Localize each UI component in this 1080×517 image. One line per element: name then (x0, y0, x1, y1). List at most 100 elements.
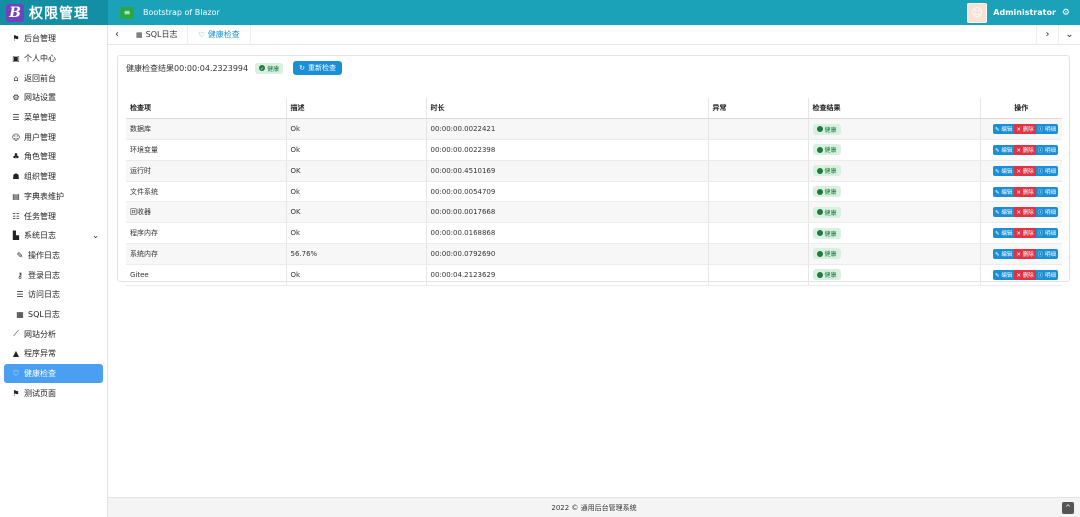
edit-button[interactable]: ✎ 编辑 (993, 165, 1015, 176)
health-summary: 健康检查结果00:00:04.2323994 (126, 63, 249, 73)
detail-button[interactable]: ⓘ 明细 (1035, 186, 1058, 197)
cell-desc: Ok (286, 264, 427, 286)
delete-button[interactable]: ✕ 删除 (1014, 228, 1036, 239)
detail-button[interactable]: ⓘ 明细 (1035, 165, 1058, 176)
cell-desc: 56.76% (286, 243, 427, 265)
sidebar-item-menu[interactable]: ☰ 菜单管理 (4, 108, 103, 128)
cell-actions: ✎ 编辑 ✕ 删除 ⓘ 明细 (980, 264, 1062, 286)
chevron-down-icon[interactable]: ⌄ (1058, 24, 1080, 45)
detail-button[interactable]: ⓘ 明细 (1035, 269, 1058, 280)
column-header[interactable]: 检查结果 (808, 98, 981, 120)
scroll-top-icon[interactable]: ^ (1062, 501, 1074, 514)
cell-duration: 00:00:04.2123629 (426, 264, 709, 286)
tab-prev-icon[interactable]: ‹ (108, 25, 126, 45)
tab-next-icon[interactable]: › (1036, 24, 1058, 45)
column-header[interactable]: 异常 (708, 98, 809, 120)
cell-error (708, 160, 809, 182)
sidebar-icon: ☺ (11, 132, 21, 142)
cell-desc: OK (286, 160, 427, 182)
tab-sql-log[interactable]: ▦ SQL日志 (126, 24, 189, 45)
edit-button[interactable]: ✎ 编辑 (993, 207, 1015, 218)
cell-duration: 00:00:00.0022398 (426, 139, 709, 161)
sidebar-item-roles[interactable]: ♣ 角色管理 (4, 147, 103, 167)
sidebar-item-tasks[interactable]: ☷ 任务管理 (4, 206, 103, 226)
delete-button[interactable]: ✕ 删除 (1014, 207, 1036, 218)
sidebar-item-profile[interactable]: ▣ 个人中心 (4, 49, 103, 69)
delete-button[interactable]: ✕ 删除 (1014, 124, 1036, 135)
sidebar-item-label: 组织管理 (24, 172, 56, 182)
sidebar-icon: ⟋ (13, 329, 19, 339)
sidebar-item-site-settings[interactable]: ⚙ 网站设置 (4, 88, 103, 108)
sidebar-item-oplog[interactable]: ✎ 操作日志 (4, 246, 103, 266)
delete-button[interactable]: ✕ 删除 (1014, 186, 1036, 197)
recheck-label: 重新检查 (308, 64, 336, 72)
sidebar-item-admin[interactable]: ⚑ 后台管理 (4, 29, 103, 49)
sidebar-item-front[interactable]: ⌂ 返回前台 (4, 68, 103, 88)
sidebar-item-label: 用户管理 (24, 132, 56, 142)
edit-button[interactable]: ✎ 编辑 (993, 144, 1015, 155)
cell-status: 健康 (808, 243, 981, 265)
tab-health-check[interactable]: ♡ 健康检查 (188, 24, 251, 45)
sidebar-item-label: 操作日志 (28, 250, 60, 260)
check-icon (816, 271, 823, 278)
status-badge: 健康 (812, 165, 841, 177)
user-name[interactable]: Administrator (993, 8, 1056, 17)
sidebar-item-sqllog[interactable]: ▦ SQL日志 (4, 305, 103, 325)
cell-error (708, 243, 809, 265)
edit-button[interactable]: ✎ 编辑 (993, 124, 1015, 135)
status-label: 健康 (824, 168, 837, 176)
detail-button[interactable]: ⓘ 明细 (1035, 124, 1058, 135)
sidebar-item-exceptions[interactable]: ▲ 程序异常 (4, 344, 103, 364)
avatar[interactable]: ☺ (967, 2, 988, 23)
sidebar: ⚑ 后台管理 ▣ 个人中心 ⌂ 返回前台 ⚙ 网站设置 ☰ 菜单管理 ☺ 用户管理 ♣ 角色管理 ☗ 组织管理… (0, 25, 108, 517)
sidebar-icon: ☰ (16, 290, 24, 300)
sidebar-icon: ▦ (16, 309, 24, 319)
menu-toggle-icon[interactable]: ≡ (120, 6, 134, 19)
edit-button[interactable]: ✎ 编辑 (993, 228, 1015, 239)
user-menu[interactable]: ☺ Administrator ⚙ (967, 2, 1080, 23)
recheck-button[interactable]: ↻ 重新检查 (293, 61, 342, 75)
delete-button[interactable]: ✕ 删除 (1014, 248, 1036, 259)
cell-item: 数据库 (126, 118, 287, 141)
sidebar-item-health[interactable]: ♡ 健康检查 (4, 363, 103, 384)
gear-icon[interactable]: ⚙ (1062, 8, 1070, 18)
detail-button[interactable]: ⓘ 明细 (1035, 248, 1058, 259)
brand-title: 权限管理 (29, 5, 89, 22)
status-badge: 健康 (812, 144, 841, 156)
cell-status: 健康 (808, 160, 981, 182)
delete-button[interactable]: ✕ 删除 (1014, 269, 1036, 280)
sidebar-icon: ⚙ (12, 93, 20, 103)
column-header[interactable]: 检查项 (126, 98, 287, 120)
brand-logo: B (6, 3, 24, 22)
sidebar-icon: ☗ (12, 172, 20, 182)
sidebar-item-dict[interactable]: ▤ 字典表维护 (4, 187, 103, 207)
brand[interactable]: B 权限管理 (0, 0, 108, 25)
edit-button[interactable]: ✎ 编辑 (993, 248, 1015, 259)
sidebar-item-loginlog[interactable]: ⚷ 登录日志 (4, 265, 103, 285)
status-label: 健康 (824, 209, 837, 217)
cell-status: 健康 (808, 222, 981, 245)
sidebar-item-users[interactable]: ☺ 用户管理 (4, 127, 103, 147)
edit-button[interactable]: ✎ 编辑 (993, 269, 1015, 280)
sidebar-item-syslog[interactable]: ▙ 系统日志 ⌄ (4, 226, 103, 246)
delete-button[interactable]: ✕ 删除 (1014, 144, 1036, 155)
status-badge: 健康 (812, 227, 841, 239)
chevron-down-icon[interactable]: ⌄ (92, 231, 99, 240)
table-row: 数据库 Ok 00:00:00.0022421 健康 ✎ 编辑 ✕ 删除 ⓘ 明细 (126, 118, 1062, 141)
sidebar-item-test[interactable]: ⚑ 测试页面 (4, 383, 103, 403)
heart-icon: ♡ (198, 30, 205, 39)
sidebar-item-analytics[interactable]: ⟋ 网站分析 (4, 324, 103, 344)
edit-button[interactable]: ✎ 编辑 (993, 186, 1015, 197)
footer-text: 2022 © 通用后台管理系统 (551, 503, 637, 512)
column-header[interactable]: 描述 (286, 98, 427, 120)
sidebar-item-accesslog[interactable]: ☰ 访问日志 (4, 285, 103, 305)
delete-button[interactable]: ✕ 删除 (1014, 165, 1036, 176)
detail-button[interactable]: ⓘ 明细 (1035, 228, 1058, 239)
sidebar-item-org[interactable]: ☗ 组织管理 (4, 167, 103, 187)
detail-button[interactable]: ⓘ 明细 (1035, 144, 1058, 155)
column-header[interactable]: 时长 (426, 98, 709, 120)
cell-duration: 00:00:00.0022421 (426, 118, 709, 141)
detail-button[interactable]: ⓘ 明细 (1035, 207, 1058, 218)
status-label: 健康 (824, 189, 837, 197)
sidebar-icon: ⚷ (17, 270, 23, 280)
